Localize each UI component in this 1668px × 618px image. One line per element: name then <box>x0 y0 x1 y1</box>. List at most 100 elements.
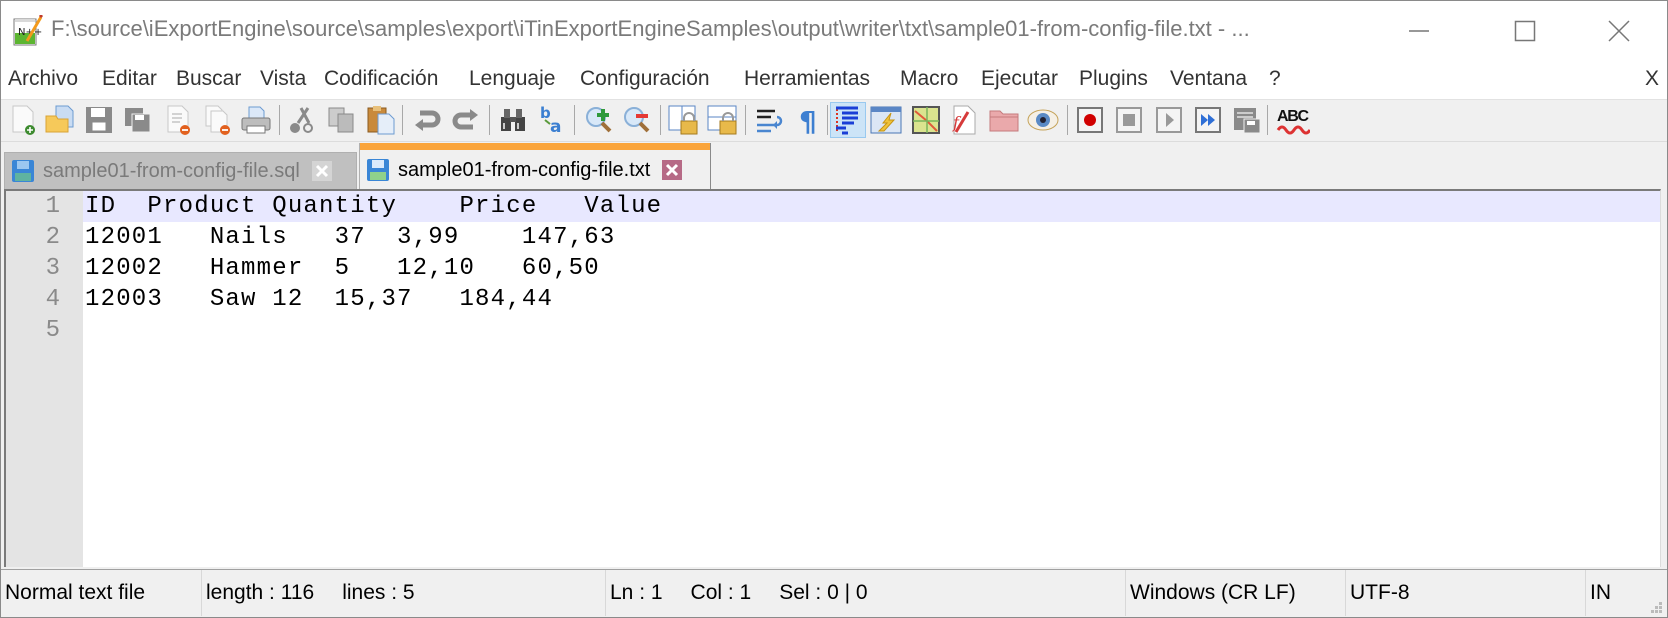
menu-ventana[interactable]: Ventana <box>1170 67 1247 91</box>
toolbar-separator <box>827 105 828 135</box>
tab-sample01-txt[interactable]: sample01-from-config-file.txt <box>359 143 711 189</box>
find-icon <box>501 109 525 131</box>
sync-vertical-scroll-button[interactable] <box>667 103 701 137</box>
notepad-plus-plus-window: N++ F:\source\iExportEngine\source\sampl… <box>0 0 1668 618</box>
close-window-button[interactable] <box>1573 1 1665 61</box>
replace-button[interactable]: ba <box>536 103 570 137</box>
close-all-icon <box>205 105 230 135</box>
status-encoding[interactable]: UTF-8 <box>1346 570 1586 616</box>
editor-line: 1 ID Product Quantity Price Value <box>6 191 1660 222</box>
macro-record-button[interactable] <box>1073 103 1107 137</box>
sync-vertical-scroll-icon <box>668 105 698 135</box>
redo-button[interactable] <box>449 103 483 137</box>
menu-editar[interactable]: Editar <box>102 67 157 91</box>
close-icon <box>662 160 683 180</box>
new-file-button[interactable] <box>6 103 40 137</box>
redo-icon <box>452 109 478 130</box>
show-all-characters-button[interactable]: ¶ <box>791 103 825 137</box>
notepad-plus-plus-icon: N++ <box>13 13 44 47</box>
document-map-button[interactable] <box>909 103 943 137</box>
function-list-button[interactable]: f <box>947 103 981 137</box>
open-file-button[interactable] <box>43 103 77 137</box>
word-wrap-button[interactable] <box>753 103 787 137</box>
zoom-out-button[interactable] <box>620 103 654 137</box>
maximize-icon <box>1514 20 1536 42</box>
editor-line: 3 12002 Hammer 5 12,10 60,50 <box>6 253 1660 284</box>
status-lines: lines : 5 <box>342 581 415 604</box>
undo-button[interactable] <box>410 103 444 137</box>
svg-text:ABC: ABC <box>1277 108 1309 125</box>
cut-button[interactable] <box>284 103 318 137</box>
print-icon <box>241 106 271 134</box>
copy-button[interactable] <box>324 103 358 137</box>
status-sel: Sel : 0 | 0 <box>779 581 868 604</box>
sync-horizontal-scroll-icon <box>707 105 737 135</box>
tab-close-button[interactable] <box>662 160 683 180</box>
new-file-icon <box>12 105 35 135</box>
tab-sample01-sql[interactable]: sample01-from-config-file.sql <box>4 152 357 189</box>
close-icon <box>1608 20 1630 42</box>
menu-lenguaje[interactable]: Lenguaje <box>469 67 555 91</box>
stop-icon <box>1116 107 1142 133</box>
copy-icon <box>328 107 354 133</box>
line-text: 12003 Saw 12 15,37 184,44 <box>85 286 554 313</box>
macro-stop-button[interactable] <box>1112 103 1146 137</box>
print-button[interactable] <box>239 103 273 137</box>
text-editor[interactable]: 1 ID Product Quantity Price Value 2 1200… <box>4 189 1661 567</box>
status-length-lines: length : 116 lines : 5 <box>202 570 606 616</box>
line-number: 1 <box>45 193 60 220</box>
save-button[interactable] <box>82 103 116 137</box>
spell-check-button[interactable]: ABC <box>1276 103 1310 137</box>
menu-configuracion[interactable]: Configuración <box>580 67 710 91</box>
monitoring-button[interactable] <box>1026 103 1060 137</box>
macro-play-button[interactable] <box>1152 103 1186 137</box>
line-number: 3 <box>45 255 60 282</box>
tab-label: sample01-from-config-file.txt <box>398 158 651 181</box>
menu-herramientas[interactable]: Herramientas <box>744 67 870 91</box>
toolbar-separator <box>1267 105 1268 135</box>
record-icon <box>1077 107 1103 133</box>
toolbar-separator <box>660 105 661 135</box>
menu-vista[interactable]: Vista <box>260 67 306 91</box>
line-text: ID Product Quantity Price Value <box>85 193 663 220</box>
folder-as-workspace-button[interactable] <box>987 103 1021 137</box>
cut-icon <box>290 107 313 133</box>
line-text: 12002 Hammer 5 12,10 60,50 <box>85 255 600 282</box>
pilcrow-icon: ¶ <box>799 105 817 135</box>
minimize-icon <box>1409 30 1429 32</box>
menu-codificacion[interactable]: Codificación <box>324 67 438 91</box>
save-all-button[interactable] <box>121 103 155 137</box>
minimize-button[interactable] <box>1373 1 1465 61</box>
macro-play-multiple-button[interactable] <box>1191 103 1225 137</box>
macro-save-button[interactable] <box>1230 103 1264 137</box>
menu-archivo[interactable]: Archivo <box>8 67 78 91</box>
toolbar-separator <box>489 105 490 135</box>
maximize-button[interactable] <box>1479 1 1571 61</box>
zoom-in-button[interactable] <box>582 103 616 137</box>
save-all-icon <box>125 108 151 133</box>
menu-plugins[interactable]: Plugins <box>1079 67 1148 91</box>
title-bar: N++ F:\source\iExportEngine\source\sampl… <box>1 1 1667 61</box>
sync-horizontal-scroll-button[interactable] <box>706 103 740 137</box>
zoom-in-icon <box>586 107 612 133</box>
menu-ejecutar[interactable]: Ejecutar <box>981 67 1058 91</box>
menu-macro[interactable]: Macro <box>900 67 958 91</box>
status-eol[interactable]: Windows (CR LF) <box>1126 570 1346 616</box>
status-col: Col : 1 <box>690 581 752 604</box>
resize-grip-icon[interactable] <box>1649 600 1663 614</box>
close-all-button[interactable] <box>201 103 235 137</box>
close-file-button[interactable] <box>161 103 195 137</box>
word-wrap-icon <box>757 109 783 133</box>
indent-guide-button[interactable] <box>830 102 866 138</box>
paste-icon <box>367 106 395 135</box>
play-icon <box>1156 107 1182 133</box>
paste-button[interactable] <box>364 103 398 137</box>
close-document-button[interactable]: X <box>1645 67 1659 91</box>
line-text: 12001 Nails 37 3,99 147,63 <box>85 224 616 251</box>
find-button[interactable] <box>496 103 530 137</box>
menu-help[interactable]: ? <box>1269 67 1281 91</box>
user-defined-language-button[interactable] <box>869 103 903 137</box>
menu-buscar[interactable]: Buscar <box>176 67 241 91</box>
folder-workspace-icon <box>989 110 1019 132</box>
tab-close-button[interactable] <box>311 161 332 181</box>
